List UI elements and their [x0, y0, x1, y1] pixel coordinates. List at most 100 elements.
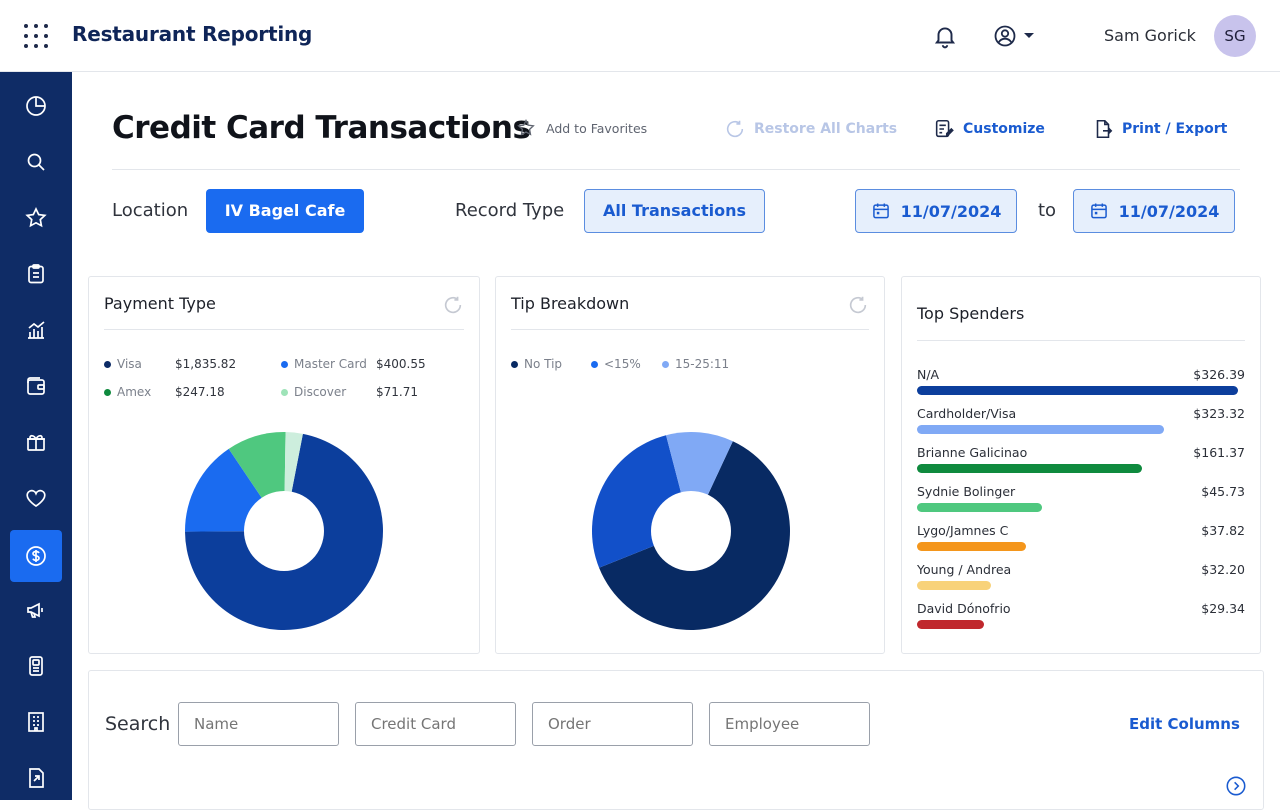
edit-columns-button[interactable]: Edit Columns — [1129, 715, 1240, 733]
sidebar-item-marketing[interactable] — [10, 584, 62, 636]
legend-label-mastercard: Master Card — [294, 357, 367, 371]
order-search-input[interactable] — [532, 702, 693, 746]
top-bar: Restaurant Reporting Sam Gorick SG — [0, 0, 1280, 72]
chevron-right-circle-icon[interactable] — [1225, 775, 1247, 797]
sidebar-item-loyalty[interactable] — [10, 472, 62, 524]
legend-item-visa: Visa — [104, 357, 142, 371]
payment-type-card: Payment Type Visa $1,835.82 Master Card … — [88, 276, 480, 654]
spender-value: $323.32 — [1193, 406, 1245, 421]
legend-label-visa: Visa — [117, 357, 142, 371]
date-from-value: 11/07/2024 — [900, 201, 1002, 221]
legend-label-15-25: 15-25:11 — [675, 357, 730, 371]
header-divider — [112, 169, 1240, 170]
wallet-icon — [27, 377, 45, 395]
payment-type-title: Payment Type — [104, 294, 216, 313]
page-title: Credit Card Transactions — [112, 110, 531, 146]
gift-icon — [27, 434, 45, 451]
restore-icon — [726, 120, 744, 138]
customize-icon — [935, 119, 954, 138]
record-type-label: Record Type — [455, 200, 565, 221]
spender-value: $326.39 — [1193, 367, 1245, 382]
legend-item-mastercard: Master Card — [281, 357, 367, 371]
app-grid-icon[interactable] — [24, 24, 48, 48]
add-to-favorites-button[interactable]: Add to Favorites — [516, 118, 647, 138]
payment-type-donut-chart — [185, 432, 383, 630]
card-divider — [104, 329, 464, 330]
spender-name: Lygo/Jamnes C — [917, 523, 1009, 538]
sidebar-item-reports[interactable] — [10, 248, 62, 300]
spender-value: $29.34 — [1201, 601, 1245, 616]
bell-icon[interactable] — [932, 23, 958, 49]
avatar[interactable]: SG — [1214, 15, 1256, 57]
spender-bar — [917, 464, 1142, 473]
legend-item-no-tip: No Tip — [511, 357, 562, 371]
sidebar-item-wallet[interactable] — [10, 360, 62, 412]
sidebar-item-favorites[interactable] — [10, 192, 62, 244]
heart-icon — [26, 489, 46, 508]
legend-dot — [281, 360, 288, 368]
export-file-icon — [29, 768, 44, 788]
sidebar-item-payments[interactable] — [10, 530, 62, 582]
account-menu[interactable] — [992, 23, 1038, 49]
legend-value-amex: $247.18 — [175, 385, 225, 399]
spender-name: Sydnie Bolinger — [917, 484, 1016, 499]
add-to-favorites-label: Add to Favorites — [546, 120, 648, 136]
employee-search-input[interactable] — [709, 702, 870, 746]
spender-bar — [917, 386, 1238, 395]
pie-chart-icon — [26, 96, 46, 116]
record-type-select[interactable]: All Transactions — [584, 189, 765, 233]
spender-value: $32.20 — [1201, 562, 1245, 577]
top-spenders-card: Top Spenders N/A $326.39 Cardholder/Visa $3… — [901, 276, 1261, 654]
date-to-value: 11/07/2024 — [1118, 201, 1220, 221]
sidebar-item-devices[interactable] — [10, 640, 62, 692]
tip-breakdown-card: Tip Breakdown No Tip <15% 15-25:11 — [495, 276, 885, 654]
spender-name: Brianne Galicinao — [917, 445, 1028, 460]
terminal-icon — [29, 656, 43, 676]
legend-value-discover: $71.71 — [376, 385, 418, 399]
legend-dot — [104, 388, 111, 396]
sidebar-item-exports[interactable] — [10, 752, 62, 804]
tip-breakdown-donut-chart — [592, 432, 790, 630]
spender-bar — [917, 581, 991, 590]
sidebar-item-locations[interactable] — [10, 696, 62, 748]
location-select[interactable]: IV Bagel Cafe — [206, 189, 364, 233]
calendar-icon — [1090, 203, 1107, 219]
star-outline-icon — [517, 118, 535, 136]
print-export-button[interactable]: Print / Export — [1092, 118, 1227, 140]
legend-dot — [104, 360, 111, 368]
refresh-icon[interactable] — [442, 294, 464, 316]
building-icon — [28, 712, 44, 732]
date-to-picker[interactable]: 11/07/2024 — [1073, 189, 1235, 233]
sidebar — [0, 72, 72, 800]
spender-bar — [917, 503, 1042, 512]
spender-bar — [917, 620, 984, 629]
spender-name: David Dónofrio — [917, 601, 1011, 616]
search-panel: Search Edit Columns — [88, 670, 1264, 810]
restore-all-charts-label: Restore All Charts — [754, 121, 898, 137]
legend-label-discover: Discover — [294, 385, 347, 399]
calendar-icon — [872, 203, 889, 219]
legend-value-mastercard: $400.55 — [376, 357, 426, 371]
app-title[interactable]: Restaurant Reporting — [72, 22, 312, 46]
sidebar-item-analytics[interactable] — [10, 304, 62, 356]
legend-label-no-tip: No Tip — [524, 357, 563, 371]
bar-chart-icon — [28, 321, 45, 339]
legend-dot — [662, 360, 669, 368]
user-name[interactable]: Sam Gorick — [1104, 26, 1196, 45]
name-search-input[interactable] — [178, 702, 339, 746]
sidebar-item-search[interactable] — [10, 136, 62, 188]
spender-value: $37.82 — [1201, 523, 1245, 538]
refresh-icon[interactable] — [847, 294, 869, 316]
customize-button[interactable]: Customize — [933, 118, 1045, 140]
sidebar-item-gift[interactable] — [10, 416, 62, 468]
legend-dot — [511, 360, 518, 368]
legend-item-under-15: <15% — [591, 357, 641, 371]
dollar-icon — [26, 546, 46, 566]
donut-hole — [244, 491, 324, 571]
credit-card-search-input[interactable] — [355, 702, 516, 746]
restore-all-charts-button[interactable]: Restore All Charts — [724, 118, 897, 140]
spender-name: N/A — [917, 367, 940, 382]
sidebar-item-dashboard[interactable] — [10, 80, 62, 132]
date-from-picker[interactable]: 11/07/2024 — [855, 189, 1017, 233]
card-divider — [511, 329, 869, 330]
